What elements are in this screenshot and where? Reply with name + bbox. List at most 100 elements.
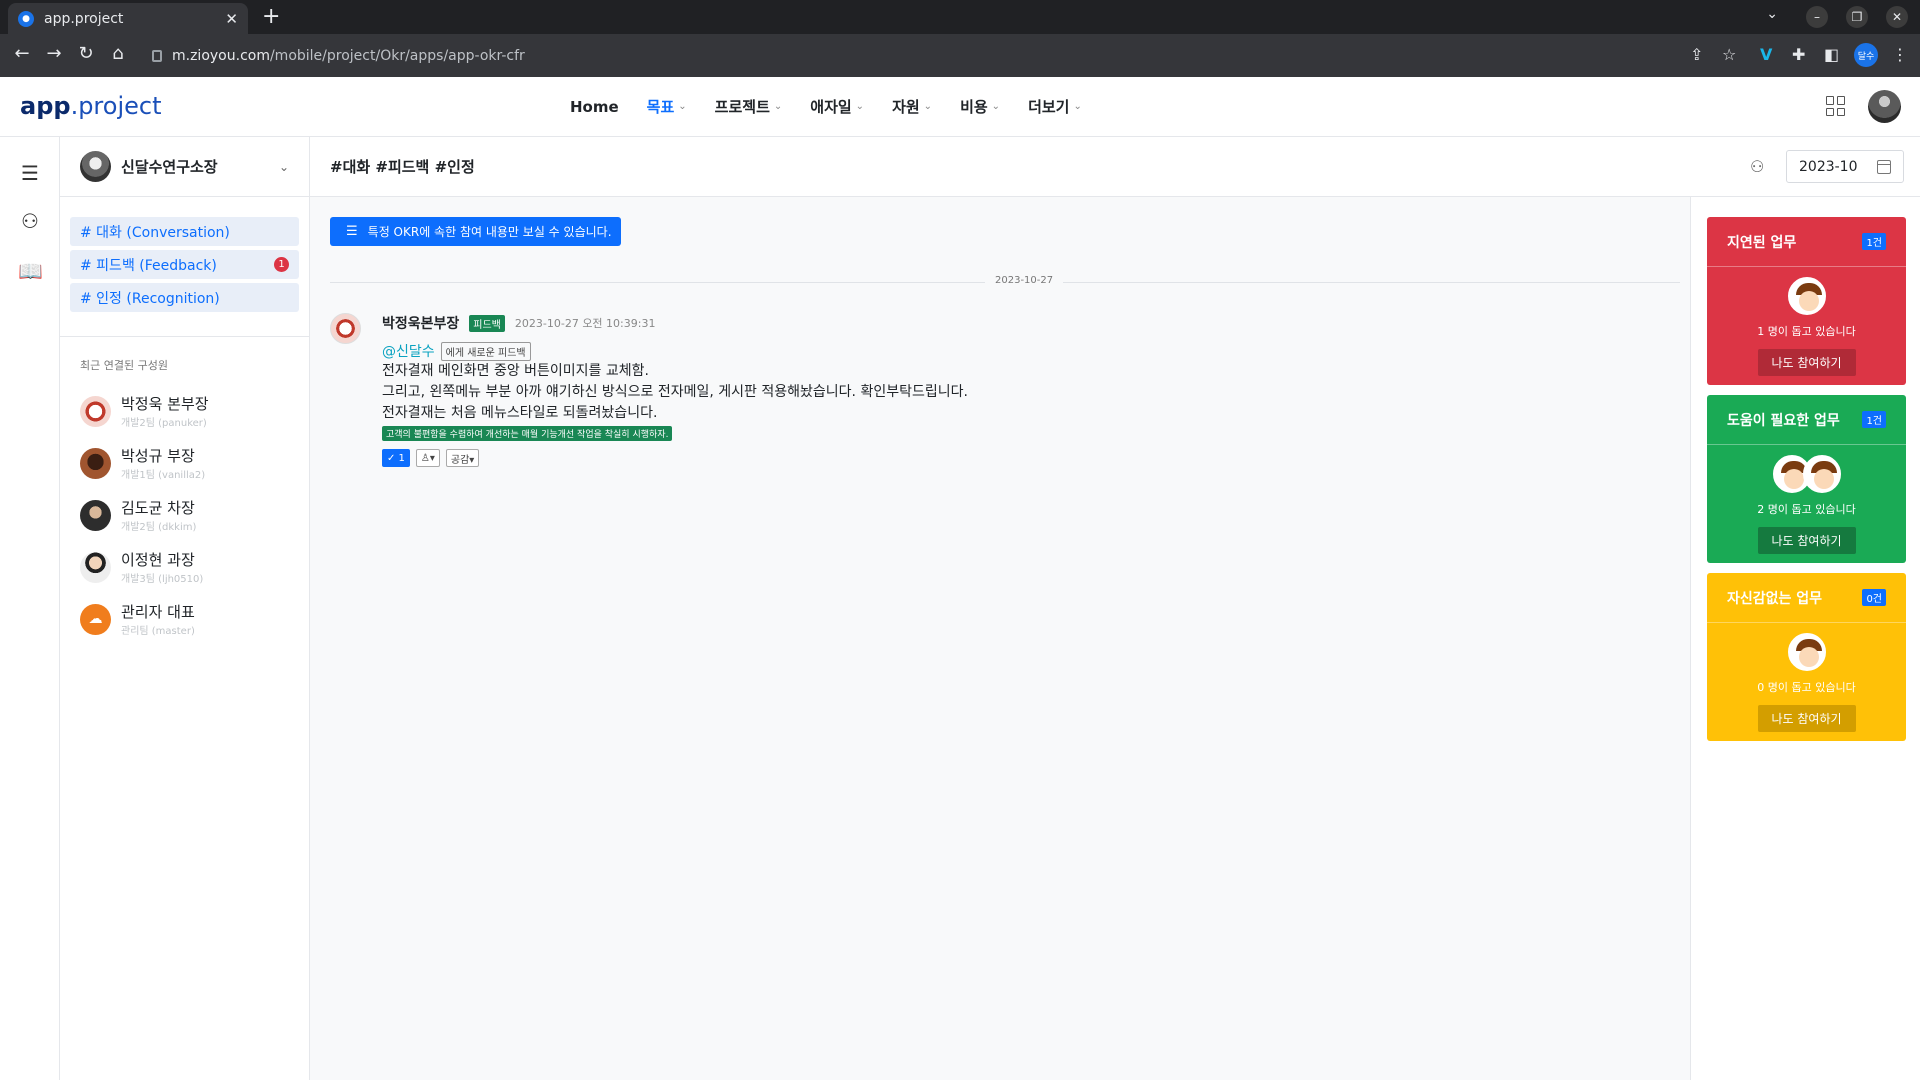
star-icon[interactable]: ☆ — [1722, 45, 1736, 64]
browser-tabbar: ● app.project ✕ + ⌄ – ❐ ✕ — [0, 0, 1920, 34]
user-avatar[interactable] — [1868, 90, 1901, 123]
post-author[interactable]: 박정욱본부장 — [382, 313, 459, 333]
new-tab-icon[interactable]: + — [262, 4, 280, 29]
sidepanel-icon[interactable]: ◧ — [1824, 45, 1839, 64]
okr-filter-button[interactable]: ☰ 특정 OKR에 속한 참여 내용만 보실 수 있습니다. — [330, 217, 621, 246]
channel-sidebar: 신달수연구소장 ⌄ # 대화 (Conversation) # 피드백 (Fee… — [60, 137, 310, 1080]
chat-icon: ● — [18, 10, 34, 27]
app-logo[interactable]: app.project — [20, 92, 162, 120]
person-reaction-button[interactable]: ♙▾ — [415, 449, 440, 467]
avatar — [80, 447, 111, 479]
delayed-task-card: 지연된 업무 1건 1 명이 돕고 있습니다 나도 참여하기 — [1707, 217, 1906, 385]
forward-icon[interactable]: → — [42, 43, 66, 64]
helper-avatar — [1787, 277, 1826, 315]
people-icon[interactable]: ⚇ — [1750, 157, 1764, 176]
home-icon[interactable]: ⌂ — [106, 43, 130, 64]
people-icon[interactable]: ⚇ — [18, 209, 42, 233]
book-icon[interactable]: 📖 — [18, 259, 43, 283]
share-icon[interactable]: ⇪ — [1690, 45, 1703, 64]
feed-post: 박정욱본부장 피드백 2023-10-27 오전 10:39:31 @신달수 에… — [330, 313, 1630, 467]
right-panel: 지연된 업무 1건 1 명이 돕고 있습니다 나도 참여하기 도움이 필요한 업무… — [1690, 197, 1920, 1080]
avatar[interactable] — [330, 313, 361, 344]
chevron-down-icon: ⌄ — [855, 101, 865, 112]
date-separator: 2023-10-27 — [330, 275, 1680, 286]
kebab-menu-icon[interactable]: ⋮ — [1892, 45, 1908, 64]
feed: ☰ 특정 OKR에 속한 참여 내용만 보실 수 있습니다. 2023-10-2… — [310, 197, 1690, 1080]
main-header: #대화 #피드백 #인정 ⚇ 2023-10 — [310, 137, 1920, 197]
close-icon[interactable]: ✕ — [225, 10, 238, 28]
url-path: /mobile/project/Okr/apps/app-okr-cfr — [269, 47, 525, 64]
tab-title: app.project — [44, 10, 124, 27]
unread-badge: 1 — [274, 257, 289, 272]
helper-avatar — [1787, 633, 1826, 671]
mention-link[interactable]: @신달수 — [382, 341, 435, 361]
address-bar[interactable]: m.zioyou.com/mobile/project/Okr/apps/app… — [140, 40, 1700, 71]
member-item[interactable]: 이정현 과장 개발3팀 (ljh0510) — [60, 541, 309, 593]
reload-icon[interactable]: ↻ — [74, 43, 98, 64]
apps-grid-icon[interactable] — [1826, 96, 1846, 116]
month-picker[interactable]: 2023-10 — [1786, 150, 1904, 183]
back-icon[interactable]: ← — [10, 43, 34, 64]
member-item[interactable]: 김도균 차장 개발2팀 (dkkim) — [60, 489, 309, 541]
chevron-down-icon: ⌄ — [1073, 101, 1082, 112]
browser-tab[interactable]: ● app.project ✕ — [8, 3, 248, 34]
member-item[interactable]: 박정욱 본부장 개발2팀 (panuker) — [60, 385, 309, 437]
count-badge: 1건 — [1862, 233, 1886, 250]
avatar — [80, 499, 111, 531]
member-item[interactable]: ☁ 관리자 대표 관리팀 (master) — [60, 593, 309, 645]
nav-costs[interactable]: 비용 ⌄ — [960, 96, 1000, 117]
month-value: 2023-10 — [1799, 158, 1858, 175]
chevron-down-icon: ⌄ — [923, 101, 933, 112]
channel-feedback[interactable]: # 피드백 (Feedback) 1 — [70, 250, 299, 279]
workspace-name: 신달수연구소장 — [121, 158, 218, 176]
nav-more[interactable]: 더보기 ⌄ — [1028, 96, 1082, 117]
okr-chip[interactable]: 고객의 불편함을 수렴하여 개선하는 매월 기능개선 작업을 착실히 시행하자. — [382, 426, 673, 441]
extensions-icon[interactable]: ✚ — [1792, 45, 1805, 64]
check-reaction-button[interactable]: ✓ 1 — [382, 449, 410, 467]
avatar — [80, 551, 111, 583]
chevron-down-icon: ⌄ — [991, 101, 1001, 112]
member-item[interactable]: 박성규 부장 개발1팀 (vanilla2) — [60, 437, 309, 489]
card-title: 자신감없는 업무 — [1727, 590, 1823, 607]
lock-icon — [152, 49, 162, 62]
cloud-icon: ☁ — [80, 603, 111, 635]
hamburger-menu-icon[interactable]: ☰ — [18, 161, 42, 185]
post-line: 그리고, 왼쪽메뉴 부분 아까 얘기하신 방식으로 전자메일, 게시판 적용해놨… — [382, 384, 968, 400]
nav-goals[interactable]: 목표 ⌄ — [647, 96, 687, 117]
vimeo-extension-icon[interactable]: V — [1760, 45, 1772, 64]
calendar-icon — [1877, 159, 1891, 174]
page-title: #대화 #피드백 #인정 — [330, 158, 475, 176]
count-badge: 1건 — [1862, 411, 1886, 428]
workspace-selector[interactable]: 신달수연구소장 ⌄ — [60, 137, 309, 197]
chevron-down-icon[interactable]: ⌄ — [1766, 6, 1778, 22]
nav-agile[interactable]: 애자일 ⌄ — [810, 96, 864, 117]
helper-count: 1 명이 돕고 있습니다 — [1757, 325, 1856, 338]
top-nav: Home 목표 ⌄ 프로젝트 ⌄ 애자일 ⌄ 자원 ⌄ 비용 ⌄ 더보기 ⌄ — [570, 96, 1082, 117]
channel-recognition[interactable]: # 인정 (Recognition) — [70, 283, 299, 312]
icon-rail: ☰ ⚇ 📖 — [0, 137, 60, 1080]
nav-home[interactable]: Home — [570, 96, 619, 117]
browser-toolbar: ← → ↻ ⌂ m.zioyou.com/mobile/project/Okr/… — [0, 34, 1920, 77]
helper-count: 2 명이 돕고 있습니다 — [1757, 503, 1856, 516]
nav-projects[interactable]: 프로젝트 ⌄ — [715, 96, 783, 117]
url-host: m.zioyou.com — [172, 47, 270, 64]
join-button[interactable]: 나도 참여하기 — [1757, 527, 1856, 554]
profile-avatar[interactable]: 달수 — [1854, 43, 1878, 67]
like-reaction-button[interactable]: 공감▾ — [445, 449, 480, 467]
post-time: 2023-10-27 오전 10:39:31 — [514, 317, 656, 330]
nav-resources[interactable]: 자원 ⌄ — [892, 96, 932, 117]
minimize-icon[interactable]: – — [1806, 6, 1828, 28]
reaction-bar: ✓ 1 ♙▾ 공감▾ — [382, 449, 1630, 467]
post-line: 전자결재는 처음 메뉴스타일로 되돌려놨습니다. — [382, 405, 658, 421]
workspace-avatar — [80, 151, 111, 182]
app-header: app.project Home 목표 ⌄ 프로젝트 ⌄ 애자일 ⌄ 자원 ⌄ 비용 ⌄ … — [0, 77, 1920, 137]
restore-icon[interactable]: ❐ — [1846, 6, 1868, 28]
join-button[interactable]: 나도 참여하기 — [1757, 349, 1856, 376]
window-close-icon[interactable]: ✕ — [1886, 6, 1908, 28]
chevron-down-icon: ⌄ — [278, 159, 289, 174]
post-tag: 피드백 — [469, 314, 505, 332]
chevron-down-icon: ⌄ — [773, 101, 783, 112]
join-button[interactable]: 나도 참여하기 — [1757, 705, 1856, 732]
channel-conversation[interactable]: # 대화 (Conversation) — [70, 217, 299, 246]
channel-list: # 대화 (Conversation) # 피드백 (Feedback) 1 # … — [60, 197, 309, 337]
